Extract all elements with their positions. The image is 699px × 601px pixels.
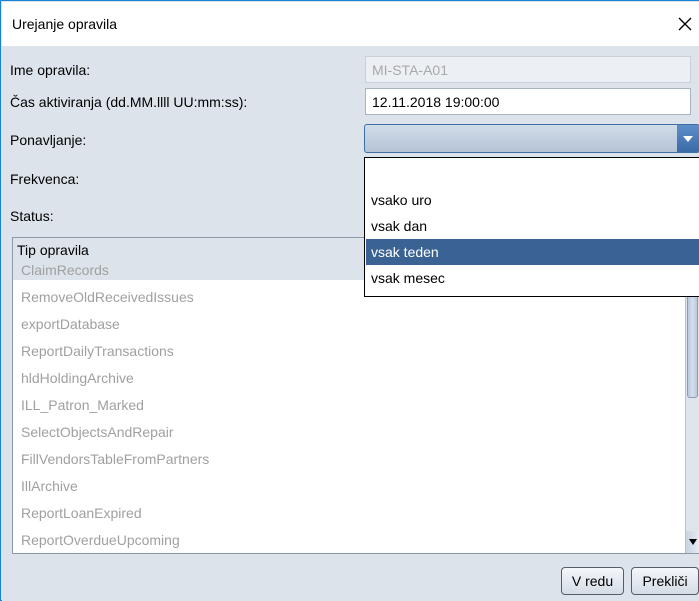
repeat-option-empty[interactable]	[366, 161, 699, 187]
title-bar: Urejanje opravila	[2, 2, 699, 46]
dialog-content: Ime opravila: Čas aktiviranja (dd.MM.lll…	[2, 46, 699, 601]
activation-time-field[interactable]	[365, 88, 691, 115]
repeat-label: Ponavljanje:	[10, 132, 87, 148]
list-item[interactable]: RemoveOldReceivedIssues	[21, 289, 194, 315]
list-item[interactable]: ClaimRecords	[21, 262, 109, 288]
task-name-label: Ime opravila:	[10, 62, 91, 78]
repeat-option-weekly[interactable]: vsak teden	[366, 239, 699, 265]
repeat-option-hourly[interactable]: vsako uro	[366, 187, 699, 213]
status-label: Status:	[10, 208, 54, 224]
list-item[interactable]: exportDatabase	[21, 316, 120, 342]
edit-task-dialog: Urejanje opravila Ime opravila: Čas akti…	[0, 0, 699, 601]
list-item[interactable]: hldHoldingArchive	[21, 370, 134, 396]
list-item[interactable]: SelectObjectsAndRepair	[21, 424, 174, 450]
frequency-label: Frekvenca:	[10, 171, 80, 187]
cancel-button[interactable]: Prekliči	[631, 567, 699, 595]
list-item[interactable]: ReportDailyTransactions	[21, 343, 174, 369]
list-item[interactable]: ILL_Patron_Marked	[21, 397, 144, 423]
list-item[interactable]: ReportLoanExpired	[21, 505, 142, 531]
activation-time-label: Čas aktiviranja (dd.MM.llll UU:mm:ss):	[10, 94, 248, 110]
task-name-field	[365, 56, 691, 83]
repeat-option-daily[interactable]: vsak dan	[366, 213, 699, 239]
repeat-combobox[interactable]	[364, 124, 699, 153]
window-title: Urejanje opravila	[12, 16, 118, 32]
scroll-down-button[interactable]	[686, 531, 699, 553]
list-item[interactable]: FillVendorsTableFromPartners	[21, 451, 209, 477]
repeat-dropdown-button[interactable]	[677, 125, 699, 152]
repeat-dropdown-list: vsako uro vsak dan vsak teden vsak mesec	[364, 157, 699, 297]
repeat-option-monthly[interactable]: vsak mesec	[366, 265, 699, 291]
list-item[interactable]: IllArchive	[21, 478, 78, 504]
close-button[interactable]	[672, 11, 698, 37]
close-icon	[678, 17, 692, 31]
triangle-down-icon	[683, 135, 693, 142]
list-item[interactable]: ReportOverdueUpcoming	[21, 532, 180, 553]
ok-button[interactable]: V redu	[561, 567, 624, 595]
triangle-down-icon	[688, 539, 697, 545]
